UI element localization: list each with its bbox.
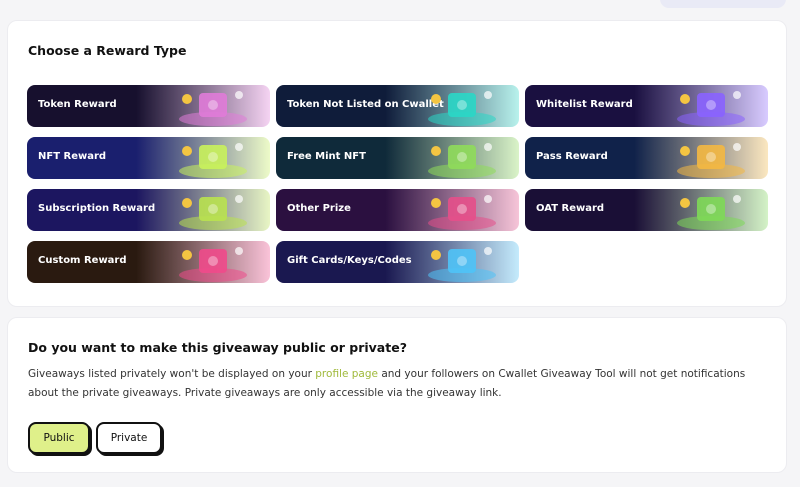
reward-tile-label: Gift Cards/Keys/Codes bbox=[287, 255, 412, 266]
custom-gift-icon bbox=[179, 247, 247, 282]
mint-coin-icon bbox=[428, 143, 496, 178]
subscription-coins-icon bbox=[179, 195, 247, 230]
private-button[interactable]: Private bbox=[96, 422, 162, 454]
reward-tile-label: Pass Reward bbox=[536, 151, 608, 162]
privacy-card: Do you want to make this giveaway public… bbox=[7, 317, 787, 473]
reward-tile-label: Other Prize bbox=[287, 203, 351, 214]
reward-tile-token-reward[interactable]: Token Reward bbox=[27, 85, 270, 127]
reward-type-title: Choose a Reward Type bbox=[28, 43, 187, 58]
reward-tile-custom-reward[interactable]: Custom Reward bbox=[27, 241, 270, 283]
reward-tile-whitelist-reward[interactable]: Whitelist Reward bbox=[525, 85, 768, 127]
coin-pedestal-icon bbox=[428, 91, 496, 126]
profile-page-link[interactable]: profile page bbox=[315, 368, 378, 380]
nft-frame-icon bbox=[179, 143, 247, 178]
reward-tile-oat-reward[interactable]: OAT Reward bbox=[525, 189, 768, 231]
reward-tile-gift-cards-keys-codes[interactable]: Gift Cards/Keys/Codes bbox=[276, 241, 519, 283]
reward-type-card: Choose a Reward Type Token Reward Token N… bbox=[7, 20, 787, 307]
reward-tile-nft-reward[interactable]: NFT Reward bbox=[27, 137, 270, 179]
reward-tile-pass-reward[interactable]: Pass Reward bbox=[525, 137, 768, 179]
oat-badge-icon bbox=[677, 195, 745, 230]
reward-tile-label: Whitelist Reward bbox=[536, 99, 633, 110]
reward-tile-label: Subscription Reward bbox=[38, 203, 156, 214]
reward-tile-label: Free Mint NFT bbox=[287, 151, 366, 162]
desc-text-before: Giveaways listed privately won't be disp… bbox=[28, 368, 316, 380]
reward-tile-subscription-reward[interactable]: Subscription Reward bbox=[27, 189, 270, 231]
gift-box-icon bbox=[677, 143, 745, 178]
reward-tile-token-not-listed-on-cwallet[interactable]: Token Not Listed on Cwallet bbox=[276, 85, 519, 127]
privacy-title: Do you want to make this giveaway public… bbox=[28, 340, 407, 355]
reward-tile-other-prize[interactable]: Other Prize bbox=[276, 189, 519, 231]
wallet-coins-icon bbox=[179, 91, 247, 126]
prize-box-icon bbox=[428, 195, 496, 230]
privacy-description: Giveaways listed privately won't be disp… bbox=[28, 365, 768, 403]
public-button[interactable]: Public bbox=[28, 422, 90, 454]
visibility-toggle: Public Private bbox=[28, 422, 162, 454]
reward-tile-free-mint-nft[interactable]: Free Mint NFT bbox=[276, 137, 519, 179]
reward-tile-label: Custom Reward bbox=[38, 255, 127, 266]
gift-cards-icon bbox=[428, 247, 496, 282]
reward-tile-grid: Token Reward Token Not Listed on Cwallet W… bbox=[27, 85, 769, 283]
reward-tile-label: Token Reward bbox=[38, 99, 117, 110]
top-pill-button[interactable] bbox=[660, 0, 786, 8]
reward-tile-label: OAT Reward bbox=[536, 203, 605, 214]
reward-tile-label: NFT Reward bbox=[38, 151, 107, 162]
astronaut-screen-icon bbox=[677, 91, 745, 126]
